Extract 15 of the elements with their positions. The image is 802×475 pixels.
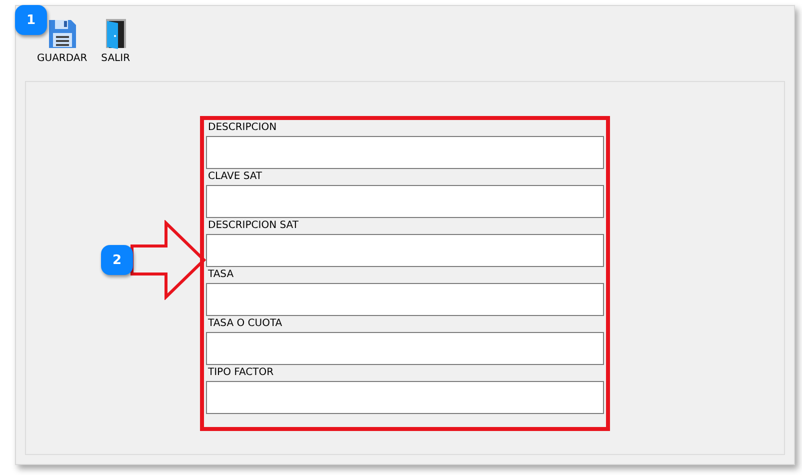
field-label: CLAVE SAT <box>207 170 264 184</box>
step-badge: 2 <box>101 245 133 275</box>
input-field[interactable] <box>206 283 604 316</box>
field-label: DESCRIPCION SAT <box>207 219 300 233</box>
input-field[interactable] <box>206 381 604 414</box>
input-field[interactable] <box>206 185 604 218</box>
step-badge: 1 <box>15 5 47 35</box>
input-field[interactable] <box>206 136 604 169</box>
field-label: DESCRIPCION <box>207 121 278 135</box>
field-label: TASA <box>207 268 235 282</box>
input-field[interactable] <box>206 234 604 267</box>
input-field[interactable] <box>206 332 604 365</box>
field-label: TASA O CUOTA <box>207 317 284 331</box>
field-label: TIPO FACTOR <box>207 366 275 380</box>
exit-button[interactable]: SALIR <box>101 18 130 81</box>
